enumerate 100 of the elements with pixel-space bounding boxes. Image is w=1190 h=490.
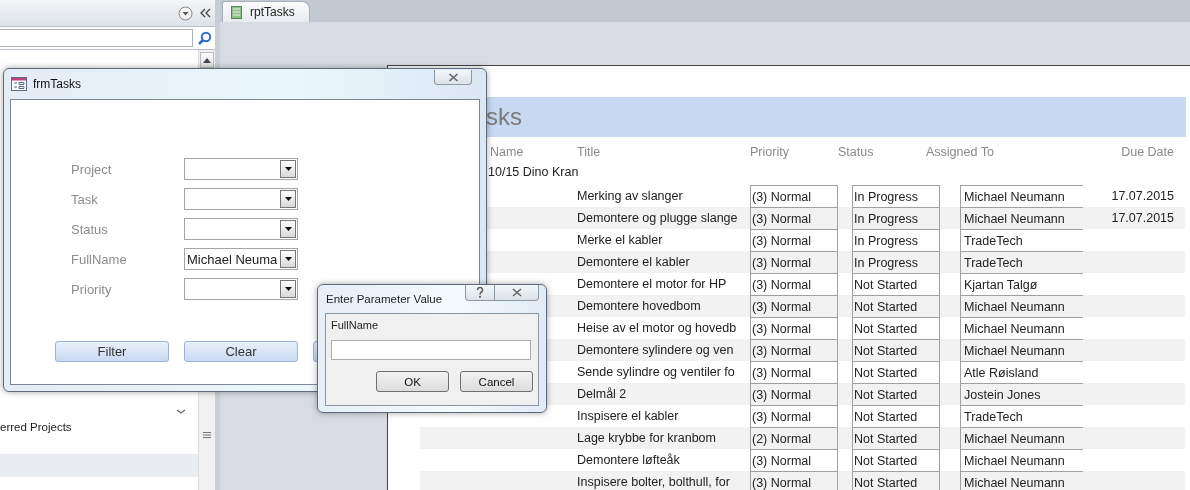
priority-field: (3) Normal (750, 471, 838, 490)
close-icon (510, 288, 523, 297)
close-button[interactable] (434, 70, 472, 85)
task-title: Demontere el kabler (577, 254, 691, 271)
scroll-grip-icon (203, 432, 211, 438)
field-label: Task (71, 191, 99, 207)
assignee-field: Jostein Jones (960, 383, 1083, 405)
priority-field: (3) Normal (750, 449, 838, 471)
help-icon (476, 287, 484, 298)
assignee-field: Kjartan Talgø (960, 273, 1083, 295)
priority-field: (3) Normal (750, 273, 838, 295)
task-title: Demontere og plugge slange (577, 210, 739, 227)
task-title: Demontere hovedbom (577, 298, 702, 315)
priority-field: (3) Normal (750, 185, 838, 207)
status-field: Not Started (852, 295, 940, 317)
task-title: Lage krybbe for kranbom (577, 430, 717, 447)
dialog-button[interactable]: Cancel (460, 371, 533, 392)
task-title: Merke el kabler (577, 232, 664, 249)
status-field: In Progress (852, 185, 940, 207)
help-button[interactable] (465, 285, 495, 301)
task-title: Delmål 2 (577, 386, 628, 403)
status-field: Not Started (852, 317, 940, 339)
status-field: Not Started (852, 427, 940, 449)
status-field: Not Started (852, 273, 940, 295)
status-field: Not Started (852, 339, 940, 361)
priority-field: (3) Normal (750, 361, 838, 383)
search-icon[interactable] (197, 30, 212, 46)
field-label: Priority (71, 281, 113, 297)
form-icon (11, 77, 27, 91)
assignee-field: TradeTech (960, 229, 1083, 251)
form-button[interactable]: Clear (184, 341, 298, 362)
assignee-field: Michael Neumann (960, 317, 1083, 339)
status-field: Not Started (852, 405, 940, 427)
column-header: Priority (750, 145, 790, 159)
window-title: frmTasks (33, 77, 81, 91)
status-field: In Progress (852, 207, 940, 229)
task-title: Demontere løfteåk (577, 452, 681, 469)
combo-box[interactable] (184, 158, 298, 180)
combo-box[interactable]: Michael Neuma (184, 248, 298, 270)
task-title: Inspisere el kabler (577, 408, 680, 425)
search-field[interactable] (0, 29, 193, 47)
report-title: sks (486, 103, 522, 131)
status-field: Not Started (852, 383, 940, 405)
status-field: In Progress (852, 229, 940, 251)
column-header: Title (577, 145, 602, 159)
status-field: Not Started (852, 361, 940, 383)
column-header: Assigned To (926, 145, 995, 159)
field-label: FullName (71, 251, 128, 267)
scroll-up-button[interactable] (200, 52, 214, 68)
collapse-icon[interactable] (199, 8, 211, 18)
column-header: Status (838, 145, 875, 159)
column-header: Name (489, 145, 525, 159)
priority-field: (3) Normal (750, 405, 838, 427)
dropdown-icon[interactable] (178, 5, 193, 21)
status-field: Not Started (852, 449, 940, 471)
field-label: Project (71, 161, 113, 177)
combo-box[interactable] (184, 188, 298, 210)
task-title: Heise av el motor og hovedb (577, 320, 738, 337)
nav-item[interactable]: erred Projects (0, 417, 198, 437)
assignee-field: Michael Neumann (960, 449, 1083, 471)
task-title: Demontere el motor for HP (577, 276, 728, 293)
close-icon (447, 72, 459, 82)
status-field: In Progress (852, 251, 940, 273)
priority-field: (3) Normal (750, 339, 838, 361)
input-field[interactable] (331, 340, 531, 360)
assignee-field: Michael Neumann (960, 339, 1083, 361)
priority-field: (3) Normal (750, 317, 838, 339)
task-title: Sende sylindre og ventiler fo (577, 364, 736, 381)
dialog-button[interactable]: OK (376, 371, 449, 392)
dialog-title: Enter Parameter Value (326, 293, 443, 305)
group-header: 10/15 Dino Kran (487, 164, 580, 181)
status-field: Not Started (852, 471, 940, 490)
column-header: Due Date (1120, 145, 1174, 159)
close-button[interactable] (495, 285, 539, 301)
assignee-field: TradeTech (960, 405, 1083, 427)
form-button[interactable]: Filter (55, 341, 169, 362)
task-title: Merking av slanger (577, 188, 684, 205)
assignee-field: Michael Neumann (960, 295, 1083, 317)
assignee-field: TradeTech (960, 251, 1083, 273)
priority-field: (2) Normal (750, 427, 838, 449)
parameter-label: FullName (331, 319, 380, 331)
assignee-field: Michael Neumann (960, 471, 1083, 490)
arrow-up-icon (203, 57, 211, 63)
assignee-field: Michael Neumann (960, 427, 1083, 449)
document-icon (231, 5, 242, 19)
task-title: Demontere sylindere og ven (577, 342, 735, 359)
document-tab[interactable]: rptTasks (222, 1, 310, 22)
priority-field: (3) Normal (750, 251, 838, 273)
priority-field: (3) Normal (750, 229, 838, 251)
priority-field: (3) Normal (750, 383, 838, 405)
assignee-field: Michael Neumann (960, 207, 1083, 229)
priority-field: (3) Normal (750, 295, 838, 317)
task-title: Inspisere bolter, bolthull, for (577, 474, 731, 490)
assignee-field: Atle Røisland (960, 361, 1083, 383)
combo-box[interactable] (184, 278, 298, 300)
priority-field: (3) Normal (750, 207, 838, 229)
chevron-icon[interactable] (176, 409, 186, 415)
assignee-field: Michael Neumann (960, 185, 1083, 207)
combo-box[interactable] (184, 218, 298, 240)
field-label: Status (71, 221, 109, 237)
